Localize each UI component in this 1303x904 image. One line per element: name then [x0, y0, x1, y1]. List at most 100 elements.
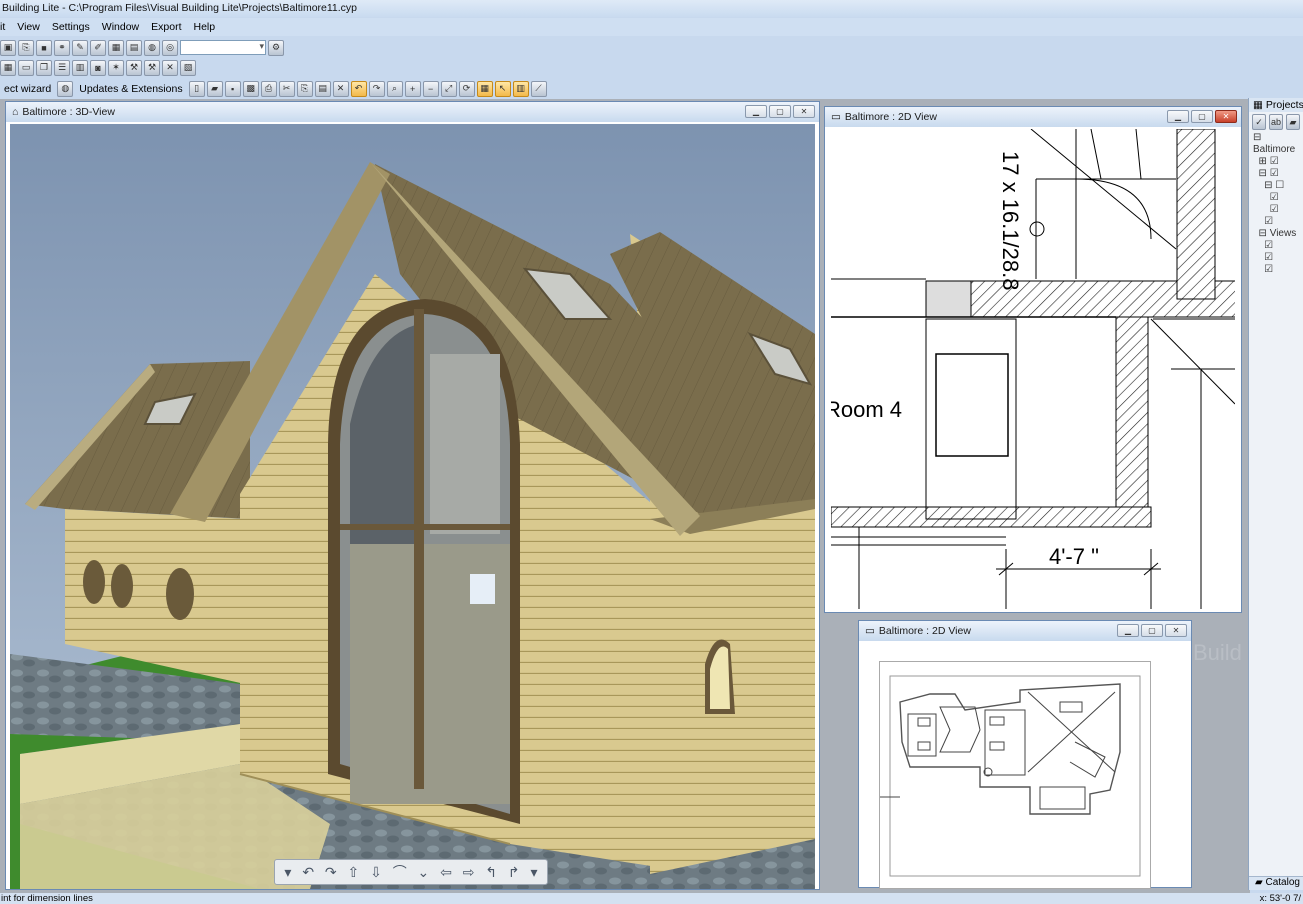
view-2d-small-icon: ▭	[865, 625, 875, 637]
menu-window[interactable]: Window	[96, 21, 145, 33]
tree-item-floor-1[interactable]: ⊞ ☑	[1253, 156, 1299, 168]
rename-icon[interactable]: ab	[1269, 114, 1283, 130]
menu-help[interactable]: Help	[188, 21, 222, 33]
paste-icon[interactable]: ▤	[314, 80, 331, 97]
delete-tool-icon[interactable]: ✕	[162, 59, 178, 76]
camera-icon[interactable]: ◙	[90, 59, 106, 76]
tile-horizontal-icon[interactable]: ☰	[54, 59, 70, 76]
tree-item-views[interactable]: ⊟ Views	[1253, 228, 1299, 240]
tilt-down-icon[interactable]: ⌄	[418, 864, 430, 881]
minimize-button[interactable]: ▁	[745, 105, 767, 118]
3d-viewport[interactable]	[10, 124, 815, 889]
cascade-icon[interactable]: ❐	[36, 59, 52, 76]
grid-small-icon[interactable]: ▦	[0, 59, 16, 76]
arrow-up-icon[interactable]: ⇧	[348, 864, 360, 881]
projects-panel: ▦ Projects ✓ ab ▰ ⊟ Baltimore ⊞ ☑ ⊟ ☑ ⊟ …	[1248, 98, 1303, 890]
status-coordinates: x: 53'-0 7/	[1259, 893, 1301, 904]
grid-icon[interactable]: ▦	[108, 39, 124, 56]
tree-item-view-3[interactable]: ☑	[1253, 264, 1299, 276]
tree-item-layer-3[interactable]: ☑	[1253, 204, 1299, 216]
delete-icon[interactable]: ✕	[332, 80, 349, 97]
open-folder-icon[interactable]: ▰	[206, 80, 223, 97]
menu-view[interactable]: View	[11, 21, 46, 33]
menu-settings[interactable]: Settings	[46, 21, 96, 33]
open-icon[interactable]: ▣	[0, 39, 16, 56]
minimize-button[interactable]: ▁	[1167, 110, 1189, 123]
rotate-right-icon[interactable]: ↷	[325, 864, 337, 881]
tree-item-floor-2[interactable]: ⊟ ☑	[1253, 168, 1299, 180]
settings-icon[interactable]: ⚙	[268, 39, 284, 56]
close-button[interactable]: ✕	[1165, 624, 1187, 637]
tile-vertical-icon[interactable]: ▥	[72, 59, 88, 76]
close-button[interactable]: ✕	[1215, 110, 1237, 123]
check-icon[interactable]: ✓	[1252, 114, 1266, 130]
tools-icon[interactable]: ⚒	[126, 59, 142, 76]
floor-plan-canvas[interactable]: 17 x 16.1/28.8 Room 4 4'-7 "	[831, 129, 1235, 609]
menu-export[interactable]: Export	[145, 21, 187, 33]
window-3d-controls: ▁ ▢ ✕	[745, 105, 815, 118]
menu-edit[interactable]: it	[0, 21, 11, 33]
image-icon[interactable]: ▧	[180, 59, 196, 76]
target-icon[interactable]: ◎	[162, 39, 178, 56]
overview-plan-canvas[interactable]	[879, 661, 1151, 889]
rotate-left-icon[interactable]: ↶	[302, 864, 314, 881]
snap-icon[interactable]: ▥	[512, 80, 529, 97]
arrow-right-icon[interactable]: ⇨	[463, 864, 475, 881]
zoom-fit-icon[interactable]: ⤢	[440, 80, 457, 97]
pen-icon[interactable]: ✐	[90, 39, 106, 56]
save-icon[interactable]: ▪	[224, 80, 241, 97]
maximize-button[interactable]: ▢	[1191, 110, 1213, 123]
tilt-up-icon[interactable]: ⌒	[393, 862, 407, 882]
tree-item-layer-1[interactable]: ⊟ ☐	[1253, 180, 1299, 192]
print-icon[interactable]: ⎙	[260, 80, 277, 97]
window-3d-title-bar[interactable]: ⌂ Baltimore : 3D-View	[6, 102, 819, 122]
project-icon[interactable]: ⎘	[18, 39, 34, 56]
refresh-icon[interactable]: ⟳	[458, 80, 475, 97]
copy-icon[interactable]: ⎘	[296, 80, 313, 97]
measure-icon[interactable]: ⟋	[530, 80, 547, 97]
grid-toggle-icon[interactable]: ▦	[476, 80, 493, 97]
layer-combo[interactable]	[180, 40, 266, 55]
tree-item-layer-2[interactable]: ☑	[1253, 192, 1299, 204]
tree-item-view-2[interactable]: ☑	[1253, 252, 1299, 264]
hammer-icon[interactable]: ⚒	[144, 59, 160, 76]
arrow-left-icon[interactable]: ⇦	[440, 864, 452, 881]
new-file-icon[interactable]: ▯	[188, 80, 205, 97]
wand-icon[interactable]: ✶	[108, 59, 124, 76]
turn-right-icon[interactable]: ↱	[508, 864, 520, 881]
maximize-button[interactable]: ▢	[769, 105, 791, 118]
updates-extensions-button[interactable]: Updates & Extensions	[75, 83, 186, 95]
minimize-button[interactable]: ▁	[1117, 624, 1139, 637]
tree-item-baltimore-label: Baltimore	[1253, 144, 1296, 155]
zoom-icon[interactable]: ⌕	[386, 80, 403, 97]
layer-icon[interactable]: ▤	[126, 39, 142, 56]
tree-item-layer-4[interactable]: ☑	[1253, 216, 1299, 228]
stop-icon[interactable]: ■	[36, 39, 52, 56]
window-icon[interactable]: ▭	[18, 59, 34, 76]
zoom-in-icon[interactable]: +	[404, 80, 421, 97]
nav-menu-icon[interactable]: ▾	[284, 864, 291, 881]
window-2d-view-overview[interactable]: ▭ Baltimore : 2D View ▁ ▢ ✕	[858, 620, 1192, 889]
window-2d-view[interactable]: ▭ Baltimore : 2D View ▁ ▢ ✕ 17 x 16.1/28…	[824, 106, 1242, 613]
redo-icon[interactable]: ↷	[368, 80, 385, 97]
close-button[interactable]: ✕	[793, 105, 815, 118]
link-icon[interactable]: ⚭	[54, 39, 70, 56]
turn-left-icon[interactable]: ↰	[485, 864, 497, 881]
select-cursor-icon[interactable]: ↖	[494, 80, 511, 97]
tool-icon[interactable]: ✎	[72, 39, 88, 56]
globe-icon[interactable]: ◍	[144, 39, 160, 56]
window-3d-view[interactable]: ⌂ Baltimore : 3D-View ▁ ▢ ✕	[5, 101, 820, 890]
tree-item-baltimore[interactable]: ⊟ Baltimore	[1253, 132, 1299, 156]
save-all-icon[interactable]: ▩	[242, 80, 259, 97]
globe-update-icon[interactable]: ◍	[57, 80, 74, 97]
project-wizard-button[interactable]: ect wizard	[0, 83, 55, 95]
nav-more-icon[interactable]: ▾	[531, 864, 538, 881]
maximize-button[interactable]: ▢	[1141, 624, 1163, 637]
tree-item-view-1[interactable]: ☑	[1253, 240, 1299, 252]
undo-icon[interactable]: ↶	[350, 80, 367, 97]
arrow-down-icon[interactable]: ⇩	[370, 864, 382, 881]
folder-icon[interactable]: ▰	[1286, 114, 1300, 130]
cut-icon[interactable]: ✂	[278, 80, 295, 97]
zoom-out-icon[interactable]: −	[422, 80, 439, 97]
catalog-tab[interactable]: ▰ Catalog	[1249, 876, 1303, 890]
